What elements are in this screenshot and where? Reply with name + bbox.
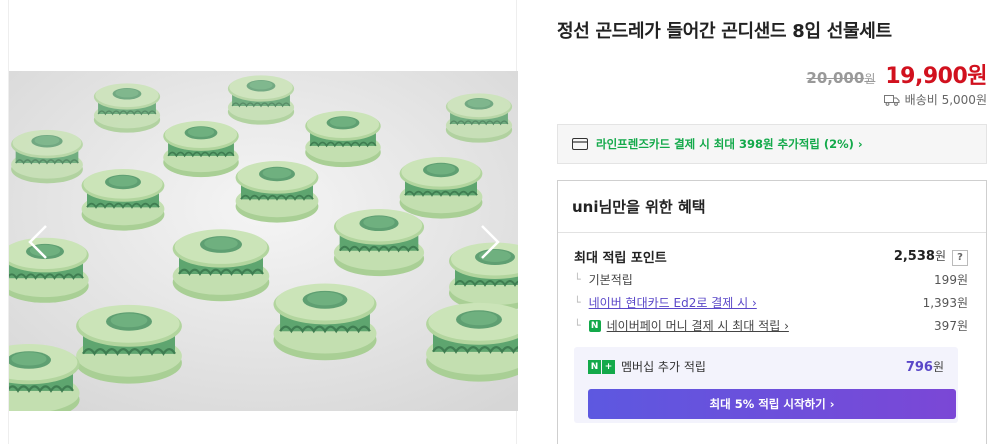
- original-price: 20,000원: [806, 69, 876, 87]
- membership-value: 796원: [905, 360, 944, 375]
- price-row: 20,000원 19,900원: [806, 58, 987, 90]
- naver-plus-icon: N +: [588, 359, 615, 374]
- card-points-row: └ 네이버 현대카드 Ed2로 결제 시 › 1,393원: [574, 294, 968, 311]
- start-membership-button[interactable]: 최대 5% 적립 시작하기 ›: [588, 389, 956, 419]
- card-points-link[interactable]: 네이버 현대카드 Ed2로 결제 시 ›: [589, 294, 757, 311]
- tree-branch-icon: └: [574, 273, 581, 286]
- membership-row: N + 멤버십 추가 적립 796원: [588, 358, 944, 375]
- npay-n-icon: N: [588, 319, 601, 332]
- max-points-label: 최대 적립 포인트: [574, 251, 667, 266]
- card-benefit-banner[interactable]: 라인프렌즈카드 결제 시 최대 398원 추가적립 (2%) ›: [557, 124, 987, 164]
- sale-price: 19,900원: [885, 64, 987, 89]
- max-points-row: 최대 적립 포인트 2,538원?: [574, 247, 968, 266]
- product-title: 정선 곤드레가 들어간 곤디샌드 8입 선물세트: [557, 21, 892, 42]
- chevron-left-icon: [28, 225, 47, 259]
- product-gallery: [8, 0, 518, 444]
- truck-icon: [883, 94, 900, 106]
- tree-branch-icon: └: [574, 319, 581, 332]
- tree-branch-icon: └: [574, 296, 581, 309]
- product-page: 정선 곤드레가 들어간 곤디샌드 8입 선물세트 20,000원 19,900원…: [0, 0, 1006, 444]
- basic-points-value: 199원: [934, 273, 968, 287]
- npay-points-row: └ N 네이버페이 머니 결제 시 최대 적립 › 397원: [574, 317, 968, 334]
- benefit-heading: uni님만을 위한 혜택: [558, 181, 986, 233]
- membership-box: N + 멤버십 추가 적립 796원 최대 5% 적립 시작하기 ›: [574, 347, 958, 423]
- chevron-right-icon: [481, 225, 500, 259]
- shipping-fee: 배송비 5,000원: [904, 93, 987, 107]
- basic-points-label: 기본적립: [588, 273, 633, 287]
- credit-card-icon: [572, 138, 588, 150]
- help-icon[interactable]: ?: [952, 250, 968, 266]
- gallery-next-button[interactable]: [475, 222, 505, 262]
- product-image[interactable]: [9, 71, 518, 411]
- gallery-prev-button[interactable]: [23, 222, 53, 262]
- max-points-value: 2,538원?: [894, 247, 968, 266]
- npay-points-link[interactable]: 네이버페이 머니 결제 시 최대 적립 ›: [607, 317, 789, 334]
- card-points-value: 1,393원: [922, 296, 968, 310]
- benefit-panel: uni님만을 위한 혜택 최대 적립 포인트 2,538원? └ 기본적립 199…: [557, 180, 987, 444]
- shipping-info: 배송비 5,000원: [883, 91, 987, 108]
- membership-label: 멤버십 추가 적립: [621, 360, 706, 374]
- card-benefit-text: 라인프렌즈카드 결제 시 최대 398원 추가적립 (2%) ›: [596, 137, 863, 151]
- npay-points-value: 397원: [934, 319, 968, 333]
- basic-points-row: └ 기본적립 199원: [574, 271, 968, 288]
